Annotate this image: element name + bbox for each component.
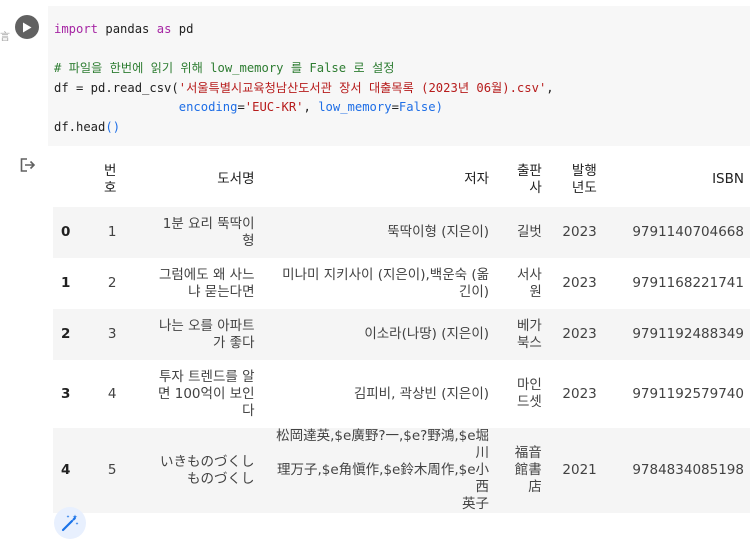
cell-isbn: 9784834085198 (602, 428, 750, 513)
cell-year: 2021 (547, 428, 603, 513)
code-cell[interactable]: import pandas as pd # 파일을 한번에 읽기 위해 low_… (48, 6, 750, 146)
cell-publisher: 길벗 (495, 207, 548, 258)
cell-no: 1 (84, 207, 123, 258)
cell-publisher: 서사 원 (516, 266, 542, 300)
cell-author: 松岡達英,$e廣野?一,$e?野鴻,$e堀川 理万子,$e角愼作,$e鈴木周作,… (260, 428, 496, 513)
cell-gutter (0, 0, 34, 559)
column-header-year: 발행 년도 (571, 162, 597, 196)
column-header-no: 번 호 (104, 162, 117, 196)
code-editor[interactable]: import pandas as pd # 파일을 한번에 읽기 위해 low_… (54, 20, 554, 138)
cell-title: 그럼에도 왜 사느 냐 묻는다면 (158, 266, 255, 300)
index-header (53, 152, 84, 207)
cell-author: 김피비, 곽상빈 (지은이) (353, 385, 490, 402)
table-row: 3 4 투자 트렌드를 알 면 100억이 보인 다 김피비, 곽상빈 (지은이… (53, 360, 750, 428)
generate-code-button[interactable] (54, 507, 86, 539)
cell-no: 3 (84, 309, 123, 360)
cell-publisher: 福音 館書 店 (495, 428, 548, 513)
cell-author: 이소라(나땅) (지은이) (260, 309, 496, 360)
dataframe-table: 번 호 도서명 저자 출판 사 발행 년도 ISBN 0 1 1분 요리 뚝딱이… (53, 152, 750, 513)
row-index: 0 (53, 207, 85, 258)
cell-isbn: 9791168221741 (632, 275, 744, 291)
column-header-publisher: 출판 사 (516, 162, 542, 196)
table-row: 2 3 나는 오를 아파트 가 좋다 이소라(나땅) (지은이) 베가 북스 2… (53, 309, 750, 360)
cell-publisher: 마인 드셋 (516, 377, 542, 410)
column-header-title: 도서명 (217, 171, 255, 187)
cell-author: 뚝딱이형 (지은이) (260, 207, 496, 258)
cell-isbn: 9791140704668 (602, 207, 750, 258)
code-comment: # 파일을 한번에 읽기 위해 low_memory 를 False 로 설정 (54, 61, 395, 76)
row-index: 2 (53, 309, 85, 360)
cell-title: 투자 트렌드를 알 면 100억이 보인 다 (158, 368, 255, 419)
row-index: 3 (61, 385, 71, 402)
cell-publisher: 베가 북스 (495, 309, 548, 360)
gutter-mark: 言 (0, 32, 10, 43)
cell-year: 2023 (562, 385, 597, 402)
output-icon[interactable] (20, 157, 36, 176)
column-header-author: 저자 (464, 171, 490, 187)
cell-author: 미나미 지키사이 (지은이),백운숙 (옮 긴이) (282, 266, 490, 300)
table-row: 4 5 いきものづくし ものづくし 松岡達英,$e廣野?一,$e?野鴻,$e堀川… (53, 428, 750, 513)
cell-title: 1분 요리 뚝딱이 형 (122, 207, 261, 258)
cell-year: 2023 (547, 309, 603, 360)
table-row: 1 2 그럼에도 왜 사느 냐 묻는다면 미나미 지키사이 (지은이),백운숙 … (53, 258, 750, 309)
cell-no: 2 (107, 275, 117, 291)
cell-title: いきものづくし ものづくし (122, 428, 261, 513)
cell-no: 4 (107, 385, 117, 402)
cell-no: 5 (84, 428, 123, 513)
cell-year: 2023 (562, 275, 597, 291)
cell-title: 나는 오를 아파트 가 좋다 (122, 309, 261, 360)
row-index: 4 (53, 428, 85, 513)
code-string: '서울특별시교육청남산도서관 장서 대출목록 (2023년 06월).csv' (178, 80, 547, 95)
cell-isbn: 9791192488349 (602, 309, 750, 360)
cell-year: 2023 (547, 207, 603, 258)
code-keyword: import (54, 22, 99, 36)
cell-isbn: 9791192579740 (632, 385, 744, 402)
run-cell-button[interactable] (15, 15, 39, 39)
column-header-isbn: ISBN (712, 171, 744, 187)
table-row: 0 1 1분 요리 뚝딱이 형 뚝딱이형 (지은이) 길벗 2023 97911… (53, 207, 750, 258)
magic-wand-icon (61, 514, 79, 532)
play-icon (23, 22, 32, 32)
row-index: 1 (61, 275, 71, 291)
